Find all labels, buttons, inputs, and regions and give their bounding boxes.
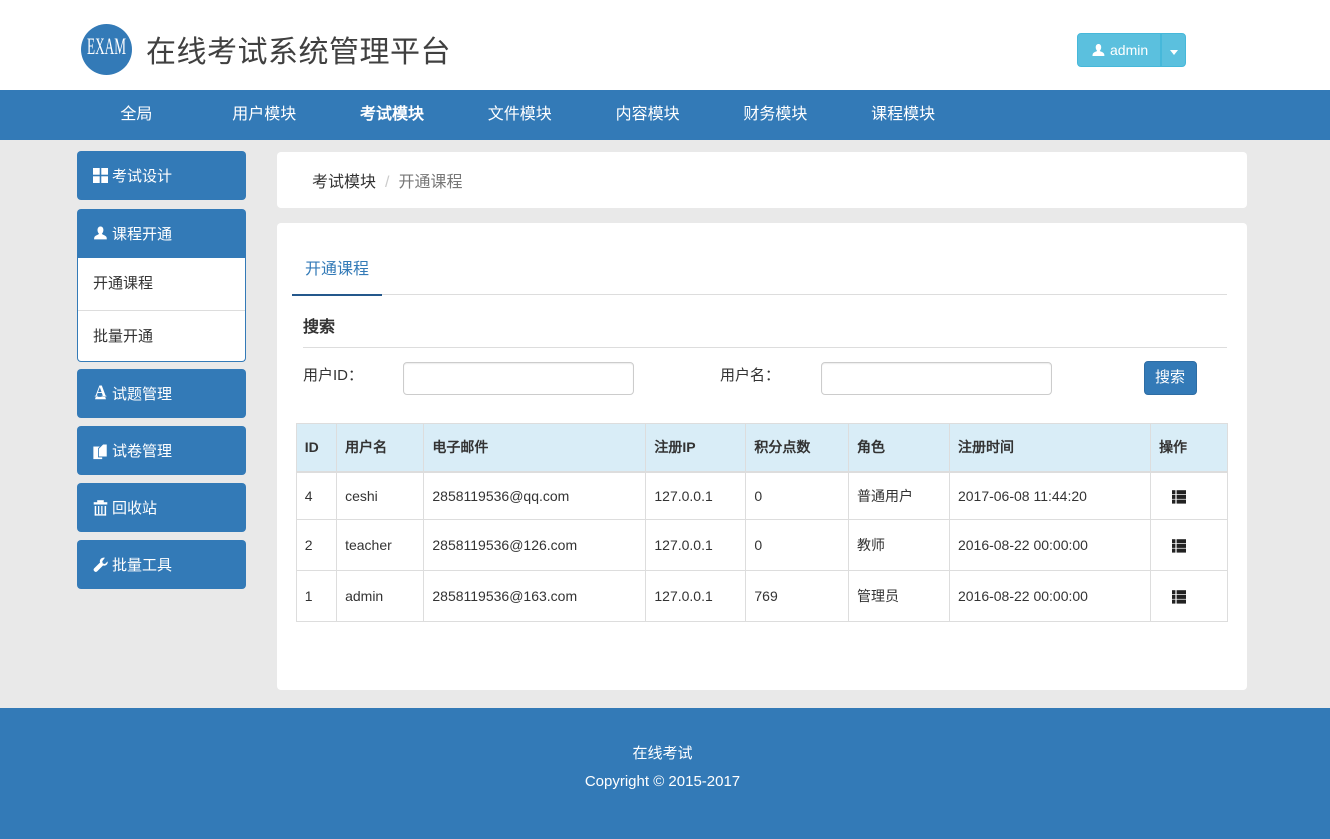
svg-text:EXAM: EXAM bbox=[87, 34, 126, 60]
